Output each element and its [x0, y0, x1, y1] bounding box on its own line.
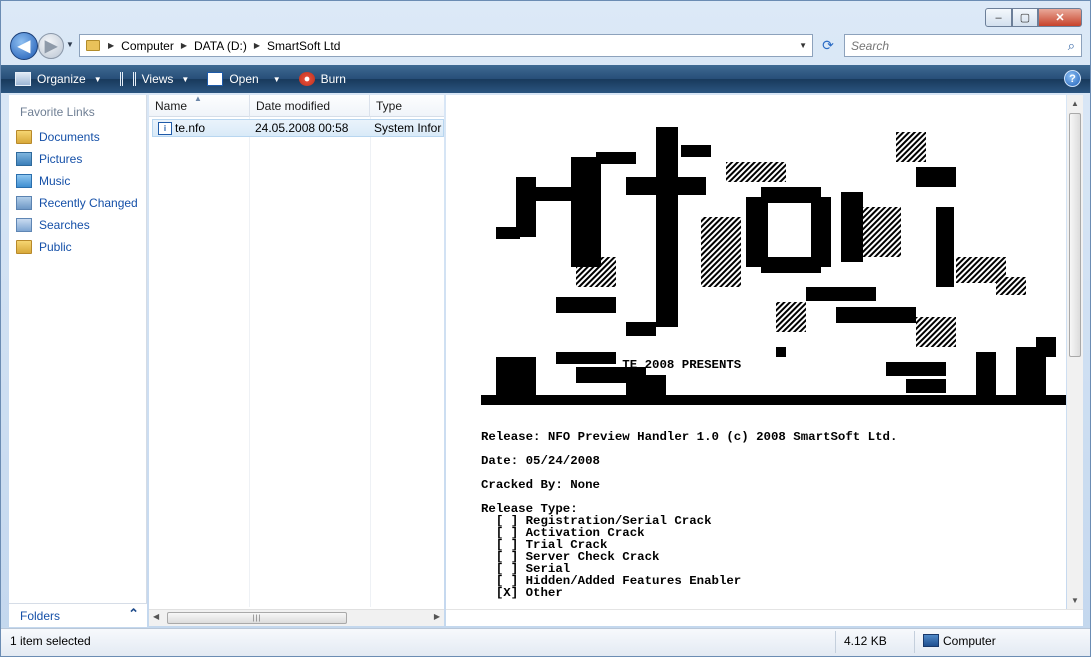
column-label: Date modified — [256, 99, 331, 113]
sort-ascending-icon: ▲ — [194, 94, 202, 103]
open-label: Open — [229, 72, 259, 86]
breadcrumb-separator[interactable]: ▶ — [108, 41, 114, 50]
forward-button[interactable]: ▶ — [38, 33, 64, 59]
chevron-down-icon: ▼ — [93, 74, 102, 84]
breadcrumb-separator[interactable]: ▶ — [181, 41, 187, 50]
file-list: ▲ Name Date modified Type i te.nfo 24.05… — [149, 94, 444, 625]
breadcrumb-smartsoft[interactable]: SmartSoft Ltd — [267, 39, 340, 53]
file-type: System Information — [374, 121, 442, 135]
status-divider — [835, 631, 836, 653]
close-button[interactable]: ✕ — [1038, 8, 1082, 27]
address-dropdown-icon[interactable]: ▼ — [799, 41, 807, 50]
chevron-down-icon: ▼ — [181, 74, 190, 84]
chevron-up-icon[interactable]: ⌃ — [128, 606, 139, 622]
refresh-icon: ⟳ — [822, 37, 834, 53]
preview-vertical-scrollbar[interactable]: ▲ ▼ — [1067, 95, 1083, 609]
back-arrow-icon: ◀ — [17, 38, 31, 55]
organize-button[interactable]: Organize ▼ — [15, 72, 102, 86]
burn-label: Burn — [320, 72, 346, 86]
organize-icon — [15, 72, 31, 86]
views-label: Views — [141, 72, 174, 86]
search-box[interactable]: ⌕ — [844, 34, 1082, 57]
breadcrumb-computer[interactable]: Computer — [121, 39, 174, 53]
sidebar-item-music[interactable]: Music — [9, 170, 146, 192]
nfo-file-icon: i — [158, 121, 172, 135]
recently-changed-icon — [16, 196, 32, 210]
minimize-button[interactable]: – — [985, 8, 1012, 27]
scroll-down-icon[interactable]: ▼ — [1071, 596, 1079, 605]
selection-count: 1 item selected — [10, 634, 91, 648]
explorer-window: – ▢ ✕ ◀ ▶ ▼ ▶ Computer ▶ DATA (D:) ▶ Sma… — [0, 0, 1091, 657]
column-label: Name — [155, 99, 188, 113]
searches-icon — [16, 218, 32, 232]
nfo-text: TE 2008 PRESENTS ANOTHER FINE RELEASE Re… — [481, 358, 898, 600]
column-header-name[interactable]: ▲ Name — [149, 94, 250, 117]
sidebar-item-label: Public — [39, 240, 72, 254]
documents-folder-icon — [16, 130, 32, 144]
scroll-up-icon[interactable]: ▲ — [1071, 99, 1079, 108]
sidebar-item-label: Music — [39, 174, 71, 188]
file-name: te.nfo — [175, 121, 206, 135]
scroll-thumb[interactable] — [1069, 113, 1081, 357]
sidebar-item-label: Searches — [39, 218, 90, 232]
burn-icon — [298, 72, 315, 86]
breadcrumb-data-drive[interactable]: DATA (D:) — [194, 39, 247, 53]
organize-label: Organize — [37, 72, 86, 86]
table-row[interactable]: i te.nfo 24.05.2008 00:58 System Informa… — [152, 119, 444, 137]
command-bar: Organize ▼ Views ▼ Open ▼ Burn ? — [1, 65, 1090, 93]
open-button[interactable]: Open ▼ — [207, 72, 281, 86]
scroll-left-icon[interactable]: ◀ — [153, 612, 159, 621]
file-list-horizontal-scrollbar[interactable]: ◀ ||| ▶ — [149, 609, 444, 626]
search-icon[interactable]: ⌕ — [1068, 38, 1075, 54]
column-header-date-modified[interactable]: Date modified — [250, 95, 370, 117]
window-controls: – ▢ ✕ — [985, 8, 1082, 27]
public-folder-icon — [16, 240, 32, 254]
views-icon — [119, 72, 136, 86]
selection-size: 4.12 KB — [844, 634, 887, 648]
favorite-links-heading: Favorite Links — [20, 105, 95, 119]
status-bar: 1 item selected 4.12 KB Computer — [1, 628, 1090, 656]
maximize-button[interactable]: ▢ — [1012, 8, 1038, 27]
column-divider — [249, 117, 250, 607]
column-divider — [370, 117, 371, 607]
preview-pane: TE 2008 PRESENTS ANOTHER FINE RELEASE Re… — [446, 95, 1066, 609]
column-headers: ▲ Name Date modified Type — [149, 94, 444, 117]
sidebar-item-label: Recently Changed — [39, 196, 138, 210]
sidebar-item-pictures[interactable]: Pictures — [9, 148, 146, 170]
file-name-cell: i te.nfo — [153, 121, 250, 135]
column-label: Type — [376, 99, 403, 113]
folders-label: Folders — [20, 608, 61, 623]
sidebar-item-documents[interactable]: Documents — [9, 126, 146, 148]
search-input[interactable] — [851, 38, 1051, 53]
scroll-thumb[interactable]: ||| — [167, 612, 347, 624]
chevron-down-icon[interactable]: ▼ — [273, 75, 281, 84]
breadcrumb-separator[interactable]: ▶ — [254, 41, 260, 50]
sidebar-item-recently-changed[interactable]: Recently Changed — [9, 192, 146, 214]
burn-button[interactable]: Burn — [298, 72, 346, 86]
location-label: Computer — [943, 634, 996, 648]
sidebar-item-label: Pictures — [39, 152, 83, 166]
file-date: 24.05.2008 00:58 — [255, 121, 349, 135]
navigation-pane: Favorite Links Documents Pictures Music … — [9, 95, 147, 625]
column-header-type[interactable]: Type — [370, 95, 444, 117]
folders-toggle[interactable]: Folders ⌃ — [9, 603, 147, 627]
sidebar-item-label: Documents — [39, 130, 100, 144]
back-button[interactable]: ◀ — [10, 32, 38, 60]
forward-arrow-icon: ▶ — [44, 38, 58, 55]
scroll-right-icon[interactable]: ▶ — [434, 612, 440, 621]
folder-icon — [86, 40, 100, 51]
open-icon — [207, 72, 224, 86]
sidebar-item-public[interactable]: Public — [9, 236, 146, 258]
preview-bottom-bar — [446, 609, 1083, 626]
views-button[interactable]: Views ▼ — [119, 72, 190, 86]
help-button[interactable]: ? — [1064, 70, 1081, 87]
status-divider — [914, 631, 915, 653]
sidebar-item-searches[interactable]: Searches — [9, 214, 146, 236]
recent-pages-dropdown[interactable]: ▼ — [66, 40, 74, 49]
pictures-icon — [16, 152, 32, 166]
music-icon — [16, 174, 32, 188]
computer-icon — [923, 634, 939, 647]
address-bar[interactable]: ▶ Computer ▶ DATA (D:) ▶ SmartSoft Ltd ▼ — [79, 34, 813, 57]
refresh-button[interactable]: ⟳ — [816, 34, 840, 57]
